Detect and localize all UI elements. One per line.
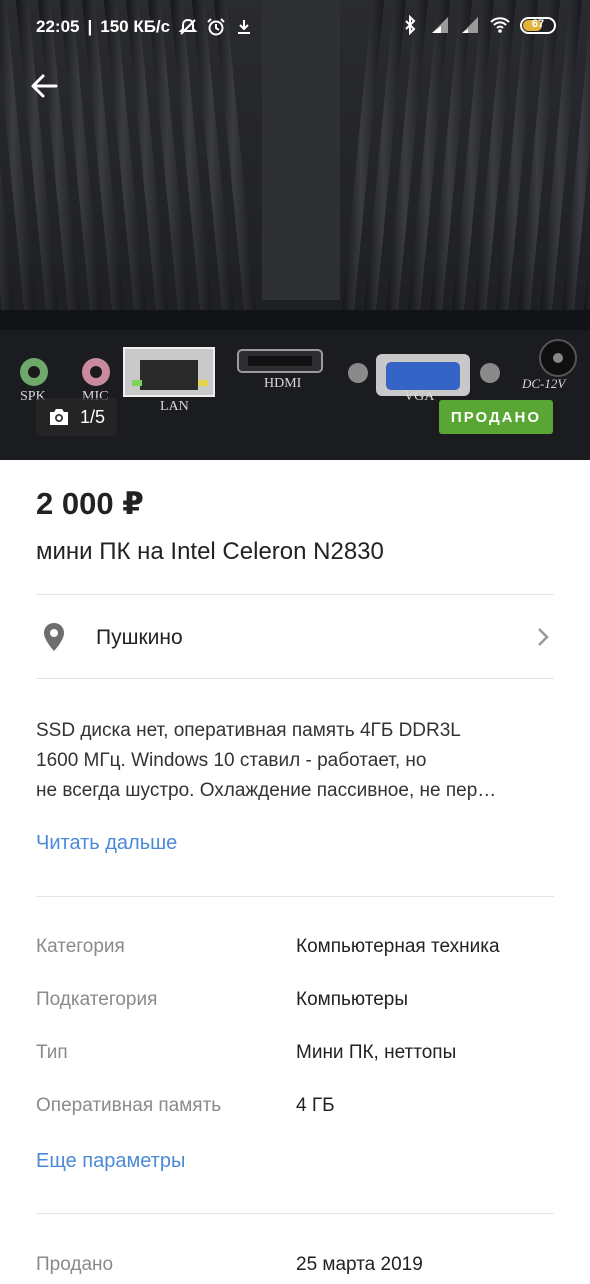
port-label-hdmi: HDMI: [264, 376, 302, 391]
location-row[interactable]: Пушкино: [36, 596, 554, 678]
param-value: Компьютеры: [296, 989, 408, 1010]
port-label-dc: DC-12V: [521, 376, 567, 391]
param-value: Мини ПК, неттопы: [296, 1042, 457, 1063]
download-icon: [238, 20, 251, 34]
listing-title: мини ПК на Intel Celeron N2830: [36, 538, 384, 565]
wifi-icon: [490, 17, 510, 33]
param-row-subcategory: Подкатегория Компьютеры: [36, 989, 554, 1042]
price: 2 000 ₽: [36, 486, 144, 521]
param-value: 4 ГБ: [296, 1095, 335, 1116]
location-pin-icon: [44, 623, 64, 651]
divider: [36, 594, 554, 595]
param-row-category: Категория Компьютерная техника: [36, 936, 554, 989]
location-label: Пушкино: [96, 626, 183, 649]
param-key: Подкатегория: [36, 989, 158, 1010]
description-line: не всегда шустро. Охлаждение пассивное, …: [36, 780, 497, 801]
photo-counter-text: 1/5: [80, 406, 106, 427]
read-more-link[interactable]: Читать дальше: [36, 832, 177, 855]
sold-key: Продано: [36, 1254, 114, 1275]
photo-counter: 1/5: [36, 398, 118, 436]
battery-icon: 67: [520, 16, 556, 34]
bluetooth-icon: [405, 15, 416, 35]
back-button[interactable]: [24, 66, 64, 106]
chevron-right-icon: [538, 628, 549, 646]
sold-date: 25 марта 2019: [296, 1254, 423, 1275]
param-row-ram: Оперативная память 4 ГБ: [36, 1095, 554, 1148]
description-line: SSD диска нет, оперативная память 4ГБ DD…: [36, 720, 461, 741]
battery-level: 67: [531, 17, 545, 30]
divider: [36, 678, 554, 679]
port-label-lan: LAN: [160, 399, 189, 414]
param-row-type: Тип Мини ПК, неттопы: [36, 1042, 554, 1095]
alarm-icon: [207, 18, 225, 36]
description: SSD диска нет, оперативная память 4ГБ DD…: [36, 716, 554, 806]
divider: [36, 896, 554, 897]
more-params-link[interactable]: Еще параметры: [36, 1150, 185, 1173]
signal-icon-2: [462, 17, 478, 33]
arrow-back-icon: [31, 74, 58, 98]
signal-icon-1: [432, 17, 448, 33]
param-value: Компьютерная техника: [296, 936, 500, 957]
params-list: Категория Компьютерная техника Подкатего…: [36, 936, 554, 1148]
description-line: 1600 МГц. Windows 10 ставил - работает, …: [36, 750, 427, 771]
status-speed: 150 КБ/с: [100, 17, 171, 36]
param-key: Тип: [36, 1042, 68, 1063]
camera-icon: [50, 409, 68, 425]
photo-gallery[interactable]: SPK MIC LAN HDMI VGA DC-12V 22:05 | 150 …: [0, 0, 590, 460]
notifications-off-icon: [178, 18, 198, 35]
port-label-vga: VGA: [404, 389, 435, 404]
status-time: 22:05: [36, 17, 80, 36]
status-bar: 22:05 | 150 КБ/с 67: [0, 0, 590, 56]
param-key: Категория: [36, 936, 125, 957]
param-key: Оперативная память: [36, 1095, 222, 1116]
status-separator: |: [87, 17, 93, 36]
sold-badge: ПРОДАНО: [438, 400, 553, 434]
divider: [36, 1213, 554, 1214]
product-photo: SPK MIC LAN HDMI VGA DC-12V: [0, 0, 590, 460]
